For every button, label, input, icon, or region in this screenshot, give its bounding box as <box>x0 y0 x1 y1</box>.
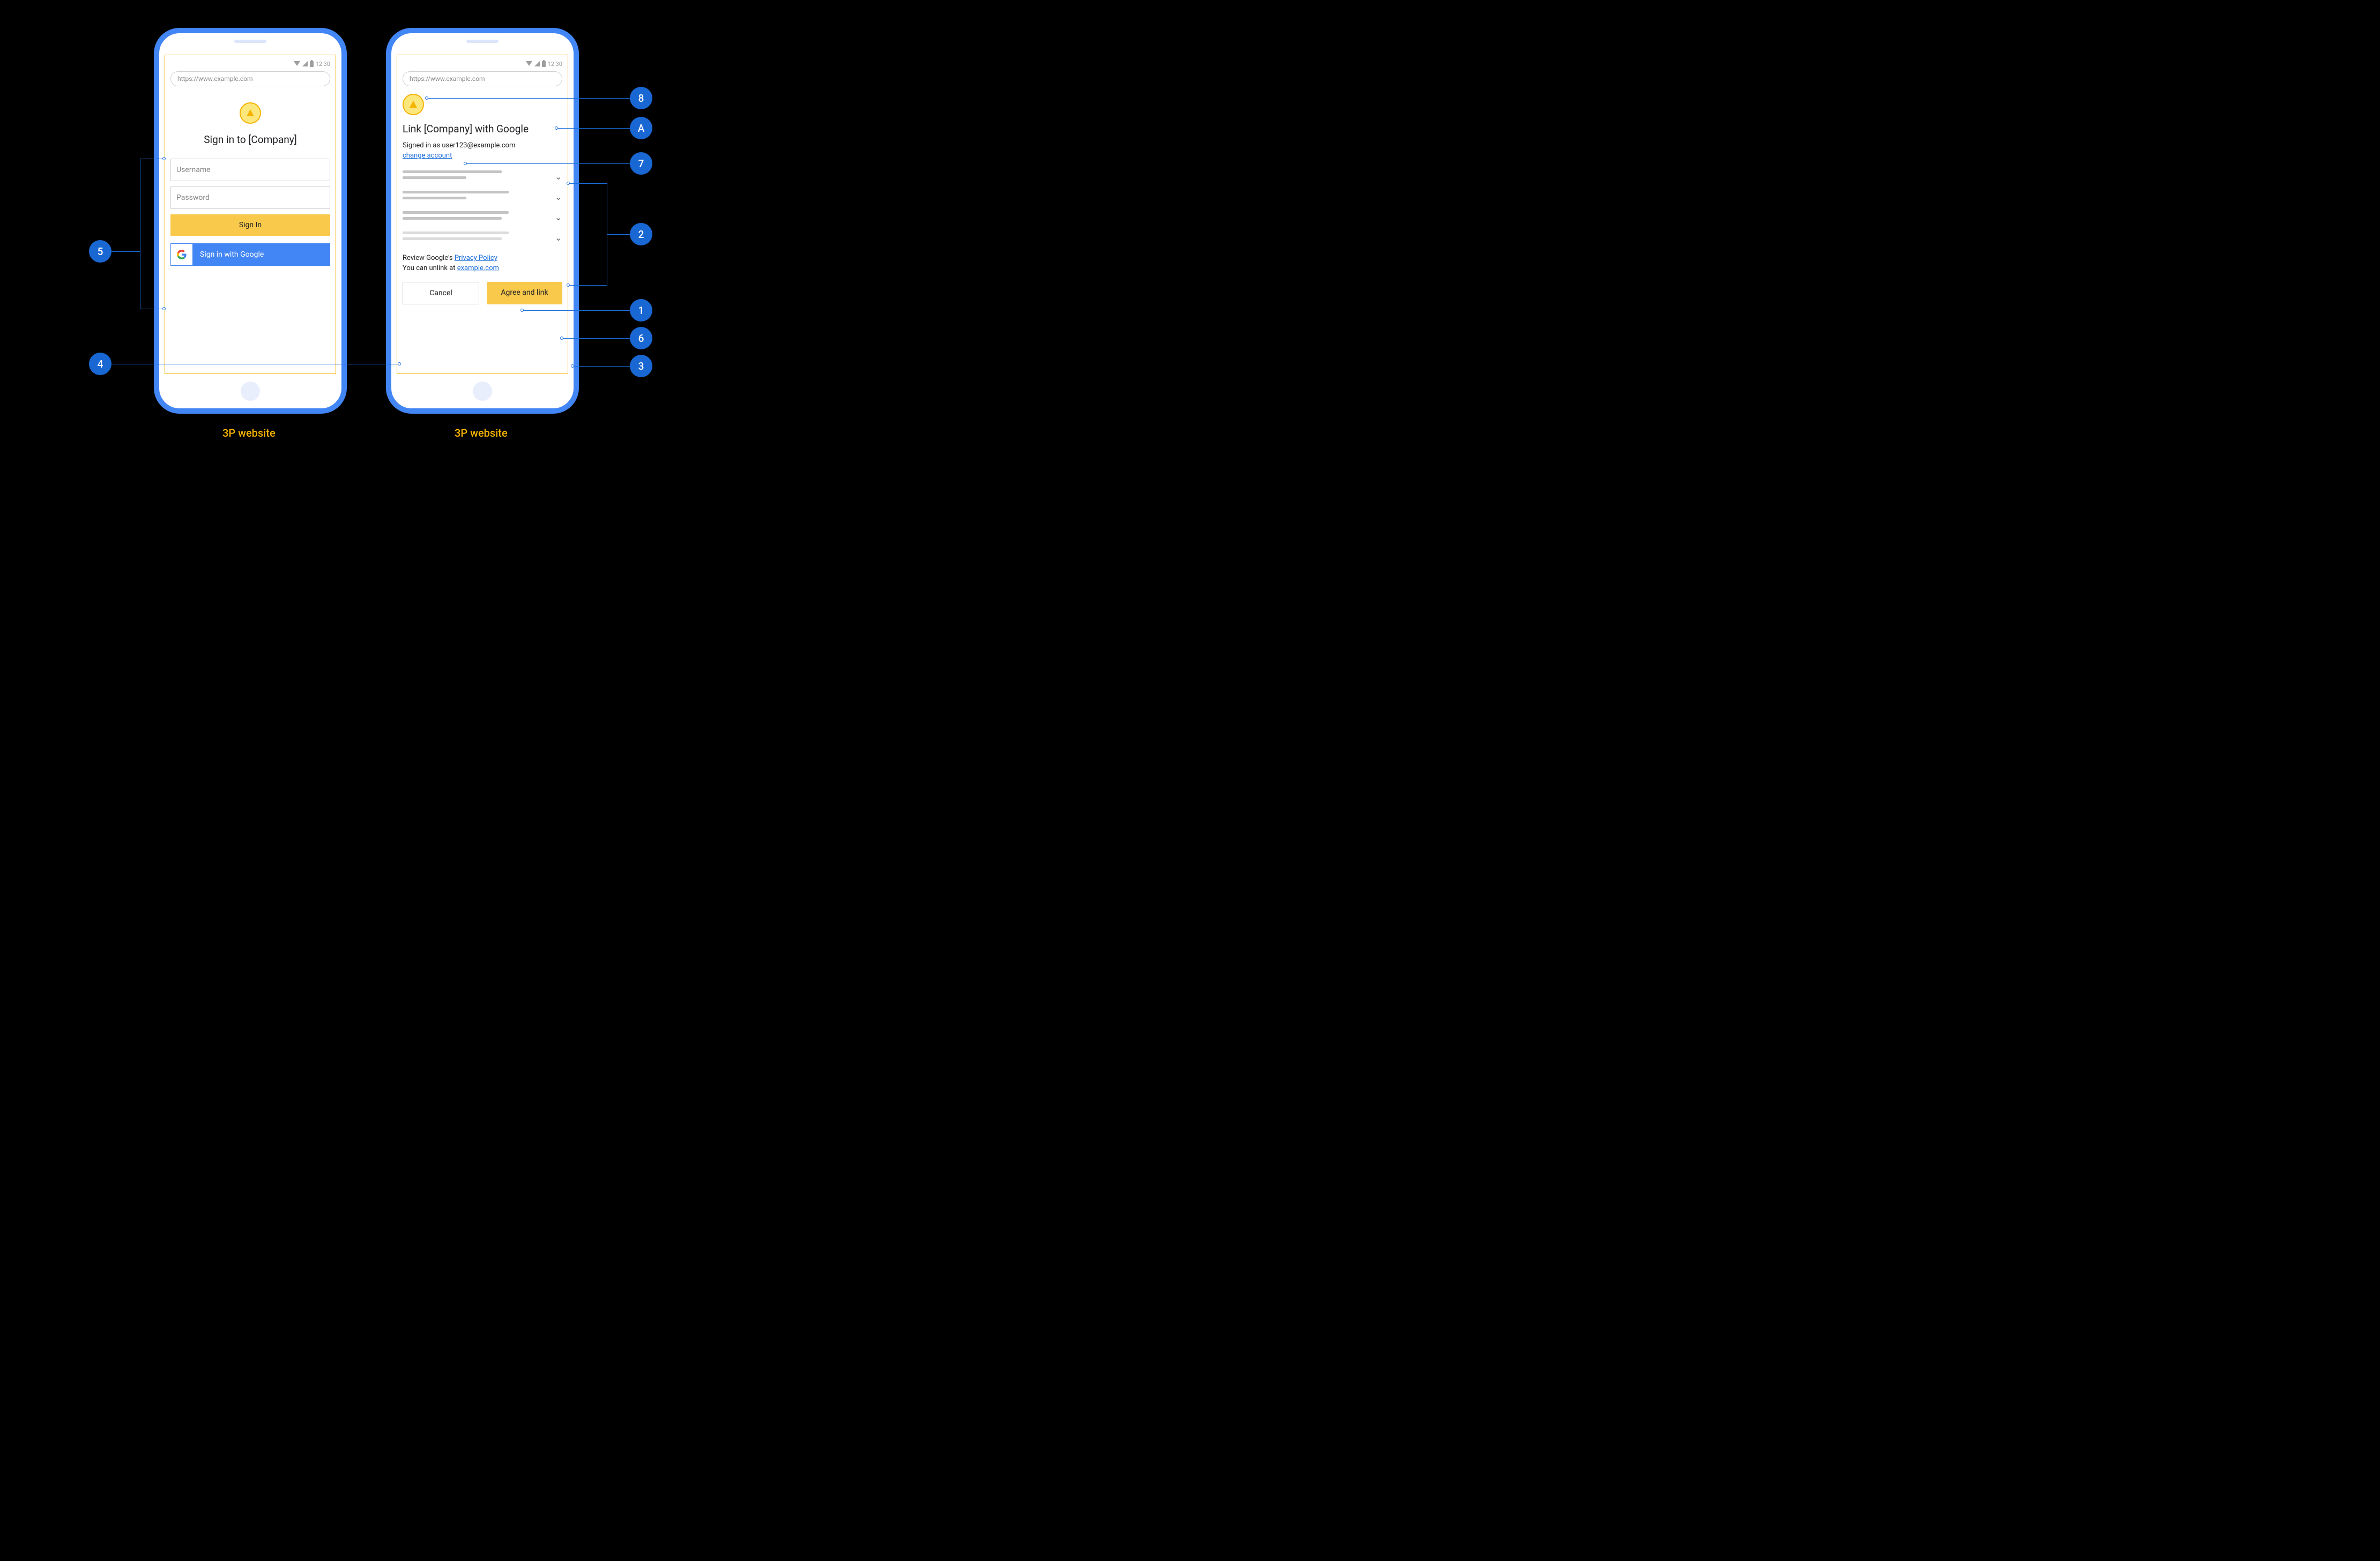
permission-item[interactable]: ⌄ <box>403 228 562 249</box>
url-bar[interactable]: https://www.example.com <box>403 71 562 86</box>
google-icon <box>171 244 192 265</box>
home-button[interactable] <box>473 382 492 401</box>
chevron-down-icon: ⌄ <box>555 233 562 243</box>
leader-line <box>563 338 630 339</box>
leader-line <box>523 310 630 311</box>
chevron-down-icon: ⌄ <box>555 171 562 182</box>
wifi-icon <box>526 61 532 66</box>
leader-line <box>569 183 607 184</box>
signin-button[interactable]: Sign In <box>170 214 330 236</box>
unlink-text: You can unlink at example.com <box>403 264 562 272</box>
phone-consent: 12:30 https://www.example.com Link [Comp… <box>386 28 579 414</box>
leader-dot <box>571 364 574 368</box>
leader-dot <box>567 182 570 185</box>
signin-heading: Sign in to [Company] <box>170 133 330 146</box>
cancel-button[interactable]: Cancel <box>403 282 479 304</box>
screen-consent: 12:30 https://www.example.com Link [Comp… <box>397 55 568 374</box>
leader-dot <box>555 126 558 130</box>
wifi-icon <box>294 61 300 66</box>
consent-buttons: Cancel Agree and link <box>403 282 562 304</box>
battery-icon <box>310 61 314 67</box>
permissions-list: ⌄ ⌄ ⌄ ⌄ <box>403 167 562 249</box>
signal-icon <box>302 61 308 66</box>
leader-line <box>111 251 140 252</box>
password-input[interactable]: Password <box>170 186 330 209</box>
leader-dot <box>162 307 166 310</box>
status-bar: 12:30 <box>403 59 562 68</box>
callout-6: 6 <box>630 327 652 349</box>
phone-speaker <box>466 40 499 43</box>
status-time: 12:30 <box>316 61 330 68</box>
diagram-stage: 12:30 https://www.example.com Sign in to… <box>0 0 732 481</box>
leader-line <box>557 128 630 129</box>
leader-dot <box>464 162 467 165</box>
consent-heading: Link [Company] with Google <box>403 123 562 135</box>
caption-left: 3P website <box>222 427 276 439</box>
leader-line <box>574 366 630 367</box>
callout-2: 2 <box>630 223 652 245</box>
username-input[interactable]: Username <box>170 159 330 181</box>
company-logo <box>403 94 424 115</box>
signed-in-as: Signed in as user123@example.com <box>403 141 562 150</box>
battery-icon <box>542 61 546 67</box>
leader-line <box>569 285 607 286</box>
leader-dot <box>520 309 524 312</box>
leader-dot <box>162 157 166 160</box>
signal-icon <box>534 61 540 66</box>
leader-dot <box>560 337 563 340</box>
company-logo <box>240 102 261 124</box>
leader-line <box>607 234 630 235</box>
screen-signin: 12:30 https://www.example.com Sign in to… <box>165 55 336 374</box>
caption-right: 3P website <box>455 427 508 439</box>
leader-line <box>466 163 630 164</box>
google-signin-button[interactable]: Sign in with Google <box>170 243 330 266</box>
callout-A: A <box>630 117 652 139</box>
chevron-down-icon: ⌄ <box>555 212 562 222</box>
permission-item[interactable]: ⌄ <box>403 208 562 228</box>
phone-signin: 12:30 https://www.example.com Sign in to… <box>154 28 347 414</box>
status-time: 12:30 <box>548 61 562 68</box>
callout-5: 5 <box>89 240 111 263</box>
change-account-link[interactable]: change account <box>403 150 562 160</box>
permission-item[interactable]: ⌄ <box>403 167 562 188</box>
permission-item[interactable]: ⌄ <box>403 188 562 208</box>
leader-dot <box>567 283 570 287</box>
callout-8: 8 <box>630 87 652 109</box>
leader-line <box>428 98 630 99</box>
callout-4: 4 <box>89 353 111 375</box>
url-bar[interactable]: https://www.example.com <box>170 71 330 86</box>
leader-dot <box>425 96 428 100</box>
leader-dot <box>398 362 401 365</box>
unlink-link[interactable]: example.com <box>457 264 499 272</box>
callout-1: 1 <box>630 299 652 322</box>
phone-speaker <box>234 40 266 43</box>
google-signin-label: Sign in with Google <box>192 244 330 265</box>
privacy-policy-link[interactable]: Privacy Policy <box>455 254 497 262</box>
callout-7: 7 <box>630 152 652 175</box>
status-bar: 12:30 <box>170 59 330 68</box>
home-button[interactable] <box>241 382 260 401</box>
privacy-policy-text: Review Google's Privacy Policy <box>403 254 562 262</box>
callout-3: 3 <box>630 355 652 377</box>
agree-and-link-button[interactable]: Agree and link <box>487 282 562 304</box>
chevron-down-icon: ⌄ <box>555 192 562 202</box>
